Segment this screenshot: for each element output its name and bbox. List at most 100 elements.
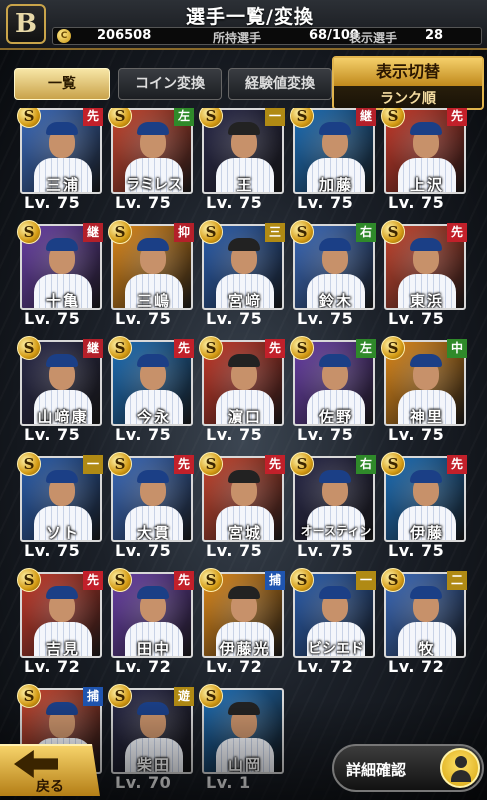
rank-badge-icon: S xyxy=(108,452,132,476)
rank-badge-icon: S xyxy=(108,336,132,360)
player-card[interactable]: 山岡 S Lv. 1 xyxy=(199,684,284,794)
position-badge: 右 xyxy=(356,455,376,474)
player-cap xyxy=(228,586,260,599)
player-card[interactable]: 田中 S 先 Lv. 72 xyxy=(108,568,194,678)
player-level: Lv. 75 xyxy=(297,309,354,328)
player-cap xyxy=(319,586,351,599)
player-card[interactable]: オースティン S 右 Lv. 75 xyxy=(290,452,376,562)
player-cap xyxy=(46,354,78,367)
player-cap xyxy=(46,238,78,251)
player-name: 宮﨑 xyxy=(227,292,262,310)
player-cap xyxy=(410,238,442,251)
player-cap xyxy=(228,702,260,715)
player-level: Lv. 75 xyxy=(388,425,445,444)
player-level: Lv. 75 xyxy=(24,425,81,444)
player-cap xyxy=(410,586,442,599)
position-badge: 右 xyxy=(356,223,376,242)
player-level: Lv. 72 xyxy=(297,657,354,676)
position-badge: 抑 xyxy=(174,223,194,242)
position-badge: 先 xyxy=(447,455,467,474)
player-cap xyxy=(319,122,351,135)
player-cap xyxy=(137,586,169,599)
display-toggle-button[interactable]: 表示切替 ランク順 xyxy=(332,56,484,110)
position-badge: 先 xyxy=(174,455,194,474)
player-card[interactable]: 牧 S 二 Lv. 72 xyxy=(381,568,467,678)
player-name: 伊藤光 xyxy=(219,640,271,658)
position-badge: 先 xyxy=(447,223,467,242)
player-level: Lv. 75 xyxy=(297,193,354,212)
player-card[interactable]: 加藤 S 継 Lv. 75 xyxy=(290,108,376,214)
back-button-label: 戻る xyxy=(36,779,64,795)
player-level: Lv. 75 xyxy=(388,309,445,328)
player-level: Lv. 1 xyxy=(206,773,251,792)
tab-exp-convert[interactable]: 経験値変換 xyxy=(228,68,332,100)
player-card[interactable]: 王 S 一 Lv. 75 xyxy=(199,108,285,214)
player-card[interactable]: 吉見 S 先 Lv. 72 xyxy=(17,568,103,678)
player-card[interactable]: 神里 S 中 Lv. 75 xyxy=(381,336,467,446)
rank-badge-icon: S xyxy=(199,220,223,244)
player-card[interactable]: ラミレス S 左 Lv. 75 xyxy=(108,108,194,214)
player-cap xyxy=(319,238,351,251)
rank-badge-icon: S xyxy=(17,568,41,592)
player-card[interactable]: 伊藤 S 先 Lv. 75 xyxy=(381,452,467,562)
rank-badge-icon: S xyxy=(290,568,314,592)
shown-players-value: 28 xyxy=(425,28,444,43)
position-badge: 先 xyxy=(265,339,285,358)
player-card[interactable]: 十亀 S 継 Lv. 75 xyxy=(17,220,103,330)
player-cap xyxy=(137,702,169,715)
position-badge: 中 xyxy=(447,339,467,358)
position-badge: 継 xyxy=(83,223,103,242)
player-level: Lv. 75 xyxy=(388,541,445,560)
player-name: 山﨑康 xyxy=(37,408,89,426)
tab-list[interactable]: 一覧 xyxy=(14,68,110,100)
player-card[interactable]: 佐野 S 左 Lv. 75 xyxy=(290,336,376,446)
player-card[interactable]: 三嶋 S 抑 Lv. 75 xyxy=(108,220,194,330)
display-toggle-title: 表示切替 xyxy=(334,58,482,86)
player-cap xyxy=(228,354,260,367)
rank-badge-icon: S xyxy=(17,336,41,360)
player-card[interactable]: 山﨑康 S 継 Lv. 75 xyxy=(17,336,103,446)
rank-badge-icon: S xyxy=(381,452,405,476)
detail-check-button[interactable]: 詳細確認 xyxy=(332,744,484,792)
rank-badge-icon: S xyxy=(17,452,41,476)
player-card[interactable]: 濵口 S 先 Lv. 75 xyxy=(199,336,285,446)
position-badge: 先 xyxy=(174,339,194,358)
position-badge: 一 xyxy=(265,108,285,126)
player-card[interactable]: 今永 S 先 Lv. 75 xyxy=(108,336,194,446)
player-name: 山岡 xyxy=(227,756,262,774)
player-cap xyxy=(46,586,78,599)
player-level: Lv. 75 xyxy=(206,541,263,560)
player-cap xyxy=(137,238,169,251)
rank-badge-icon: S xyxy=(290,220,314,244)
player-name: 濵口 xyxy=(227,408,262,426)
coin-count: 206508 xyxy=(97,28,152,43)
player-name: 上沢 xyxy=(409,176,444,194)
player-level: Lv. 75 xyxy=(115,193,172,212)
player-level: Lv. 70 xyxy=(115,773,172,792)
rank-badge-icon: S xyxy=(290,452,314,476)
player-card[interactable]: 柴田 S 遊 Lv. 70 xyxy=(108,684,194,794)
player-card[interactable]: 上沢 S 先 Lv. 75 xyxy=(381,108,467,214)
player-name: 神里 xyxy=(409,408,444,426)
position-badge: 捕 xyxy=(265,571,285,590)
player-card[interactable]: 宮城 S 先 Lv. 75 xyxy=(199,452,285,562)
player-card[interactable]: 鈴木 S 右 Lv. 75 xyxy=(290,220,376,330)
back-button[interactable]: 戻る xyxy=(0,744,100,796)
player-card[interactable]: 大貫 S 先 Lv. 75 xyxy=(108,452,194,562)
player-card[interactable]: 三浦 S 先 Lv. 75 xyxy=(17,108,103,214)
player-level: Lv. 75 xyxy=(206,193,263,212)
player-level: Lv. 75 xyxy=(206,425,263,444)
player-name: 伊藤 xyxy=(409,524,444,542)
player-level: Lv. 75 xyxy=(115,541,172,560)
shown-players-label: 表示選手 xyxy=(349,31,398,45)
player-grid: 三浦 S 先 Lv. 75 ラミレス S 左 Lv. 75 王 S 一 Lv. 75 加藤 S 継 Lv. 7… xyxy=(0,108,487,800)
player-card[interactable]: ビシエド S 一 Lv. 72 xyxy=(290,568,376,678)
tab-coin-convert[interactable]: コイン変換 xyxy=(118,68,222,100)
player-card[interactable]: 宮﨑 S 三 Lv. 75 xyxy=(199,220,285,330)
player-name: 三浦 xyxy=(45,176,80,194)
player-card[interactable]: ソト S 一 Lv. 75 xyxy=(17,452,103,562)
coin-icon: C xyxy=(57,29,71,43)
player-card[interactable]: 東浜 S 先 Lv. 75 xyxy=(381,220,467,330)
player-card[interactable]: 伊藤光 S 捕 Lv. 72 xyxy=(199,568,285,678)
rank-badge-icon: S xyxy=(17,220,41,244)
